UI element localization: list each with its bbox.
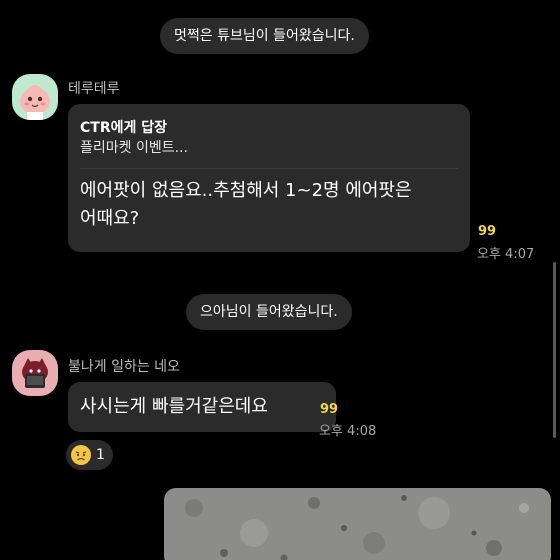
message-text-line: 어때요? [80,208,140,229]
image-message[interactable] [164,488,551,560]
system-message: 으아님이 들어왔습니다. [186,294,352,330]
message-time: 오후 4:08 [319,424,377,439]
unread-count: 99 [478,224,497,239]
chat-room: 멋쩍은 튜브님이 들어왔습니다. 테루테루 CTR에게 답장 플리마켓 이벤트.… [0,0,560,560]
system-message-text: 멋쩍은 튜브님이 들어왔습니다. [174,28,355,44]
reply-divider [80,168,458,169]
neo-character-icon [12,350,58,396]
system-message: 멋쩍은 튜브님이 들어왔습니다. [160,18,369,54]
avatar[interactable] [12,350,58,396]
reaction-count: 1 [96,447,105,463]
reaction-chip[interactable]: 1 [66,440,113,470]
reply-message-bubble[interactable]: CTR에게 답장 플리마켓 이벤트... 에어팟이 없음요..추첨해서 1~2명… [68,104,470,252]
concrete-photo [164,488,551,560]
message-bubble[interactable]: 사시는게 빠를거같은데요 [68,382,336,432]
avatar[interactable] [12,74,58,120]
sad-face-icon [71,445,91,465]
scrollbar[interactable] [553,262,556,438]
message-text: 사시는게 빠를거같은데요 [80,396,268,417]
sender-name: 불나게 일하는 네오 [68,359,180,375]
message-time: 오후 4:07 [477,247,535,262]
peach-character-icon [12,74,58,120]
reply-to-label: CTR에게 답장 [80,120,167,136]
unread-count: 99 [320,402,339,417]
reply-quote: 플리마켓 이벤트... [80,140,188,156]
message-text-line: 에어팟이 없음요..추첨해서 1~2명 에어팟은 [80,180,412,201]
sender-name: 테루테루 [68,81,120,97]
system-message-text: 으아님이 들어왔습니다. [200,304,338,320]
